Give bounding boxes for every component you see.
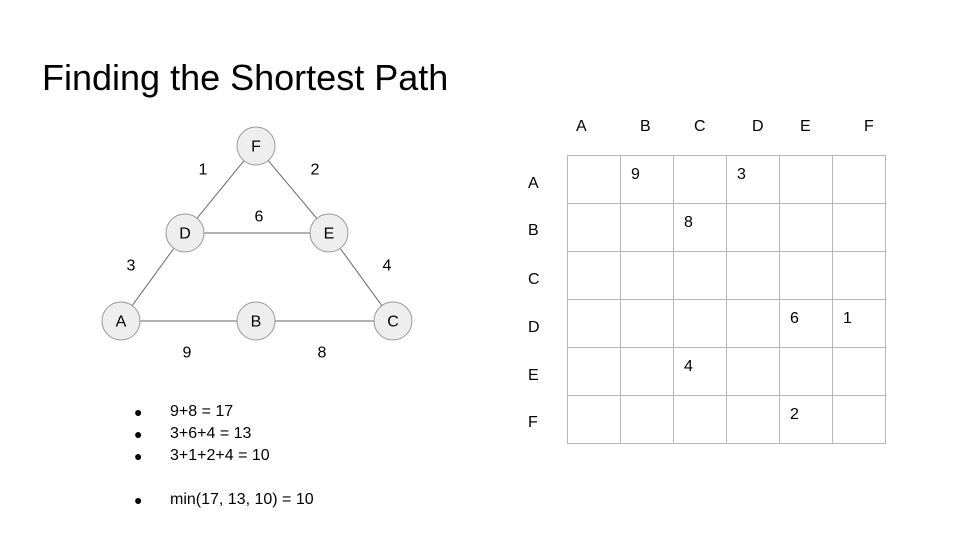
- edge-weight-label: 1: [199, 162, 208, 179]
- row-header: E: [528, 367, 539, 384]
- matrix-cell: [726, 347, 780, 396]
- column-header: B: [640, 118, 651, 135]
- edge-e-c: [339, 248, 383, 306]
- matrix-cell: 8: [673, 203, 727, 252]
- node-d: D: [165, 213, 205, 253]
- row-header: D: [528, 319, 540, 336]
- column-header: D: [752, 118, 764, 135]
- bullet-dot-icon: ●: [134, 426, 143, 442]
- matrix-cell: [832, 155, 886, 204]
- node-label: D: [179, 226, 191, 243]
- matrix-row-headers: A B C D E F: [528, 155, 552, 455]
- calculation-text: min(17, 13, 10) = 10: [170, 491, 314, 508]
- row-header: A: [528, 175, 539, 192]
- bullet-dot-icon: ●: [134, 492, 143, 508]
- node-e: E: [309, 213, 349, 253]
- node-f: F: [236, 126, 276, 166]
- matrix-column-headers: A B C D E F: [567, 118, 897, 138]
- matrix-cell: [567, 299, 621, 348]
- bullet-dot-icon: ●: [134, 404, 143, 420]
- edge-weight-label: 2: [311, 162, 320, 179]
- column-header: C: [694, 118, 706, 135]
- matrix-cell: [779, 155, 833, 204]
- row-header: B: [528, 222, 539, 239]
- matrix-cell: [620, 299, 674, 348]
- edge-f-e: [267, 160, 318, 219]
- matrix-cell: [567, 155, 621, 204]
- matrix-cell: [620, 395, 674, 444]
- matrix-cell: 9: [620, 155, 674, 204]
- matrix-row: [567, 251, 886, 300]
- matrix-cell: [832, 251, 886, 300]
- edge-weight-label: 9: [183, 345, 192, 362]
- calculation-item: ● min(17, 13, 10) = 10: [134, 489, 314, 511]
- matrix-cell: [779, 347, 833, 396]
- calculation-item: ● 9+8 = 17: [134, 401, 314, 423]
- matrix-cell: [567, 395, 621, 444]
- calculation-text: 9+8 = 17: [170, 403, 234, 420]
- node-label: B: [251, 314, 262, 331]
- column-header: F: [864, 118, 874, 135]
- bullet-dot-icon: ●: [134, 448, 143, 464]
- node-b: B: [236, 301, 276, 341]
- matrix-cell: [673, 155, 727, 204]
- row-header: C: [528, 271, 540, 288]
- matrix-cell: [620, 347, 674, 396]
- row-header: F: [528, 414, 538, 431]
- edge-weight-label: 8: [318, 345, 327, 362]
- calculation-item: ● 3+6+4 = 13: [134, 423, 314, 445]
- matrix-cell: [726, 395, 780, 444]
- matrix-cell: [620, 251, 674, 300]
- node-a: A: [101, 301, 141, 341]
- matrix-cell: [567, 251, 621, 300]
- edge-weight-label: 6: [255, 209, 264, 226]
- calculation-text: 3+6+4 = 13: [170, 425, 252, 442]
- matrix-row: 6 1: [567, 299, 886, 348]
- edge-a-d: [131, 248, 175, 306]
- edge-weight-label: 3: [127, 258, 136, 275]
- matrix-cell: [726, 203, 780, 252]
- matrix-cell: [832, 347, 886, 396]
- matrix-cell: [673, 251, 727, 300]
- matrix-cell: 6: [779, 299, 833, 348]
- matrix-cell: 2: [779, 395, 833, 444]
- node-c: C: [373, 301, 413, 341]
- matrix-cell: [726, 251, 780, 300]
- matrix-cell: [673, 299, 727, 348]
- matrix-cell: 1: [832, 299, 886, 348]
- matrix-cell: [620, 203, 674, 252]
- matrix-cell: [726, 299, 780, 348]
- node-label: A: [116, 314, 127, 331]
- calculation-list: ● 9+8 = 17 ● 3+6+4 = 13 ● 3+1+2+4 = 10 ● min…: [134, 401, 314, 511]
- node-label: F: [251, 139, 261, 156]
- adjacency-matrix: 9 3 8 6 1 4 2: [567, 155, 886, 444]
- matrix-cell: [832, 395, 886, 444]
- column-header: E: [800, 118, 811, 135]
- calculation-item: ● 3+1+2+4 = 10: [134, 445, 314, 467]
- matrix-row: 2: [567, 395, 886, 444]
- graph-diagram: 1 2 6 3 4 9 8 F D E A B C: [101, 126, 413, 362]
- matrix-row: 8: [567, 203, 886, 252]
- node-label: E: [324, 226, 335, 243]
- matrix-cell: 4: [673, 347, 727, 396]
- calculation-text: 3+1+2+4 = 10: [170, 447, 270, 464]
- node-label: C: [387, 314, 399, 331]
- column-header: A: [576, 118, 587, 135]
- matrix-cell: [567, 203, 621, 252]
- matrix-cell: [567, 347, 621, 396]
- matrix-row: 9 3: [567, 155, 886, 204]
- matrix-cell: [779, 251, 833, 300]
- matrix-row: 4: [567, 347, 886, 396]
- edge-weight-label: 4: [383, 258, 392, 275]
- matrix-cell: 3: [726, 155, 780, 204]
- matrix-cell: [673, 395, 727, 444]
- matrix-cell: [779, 203, 833, 252]
- matrix-cell: [832, 203, 886, 252]
